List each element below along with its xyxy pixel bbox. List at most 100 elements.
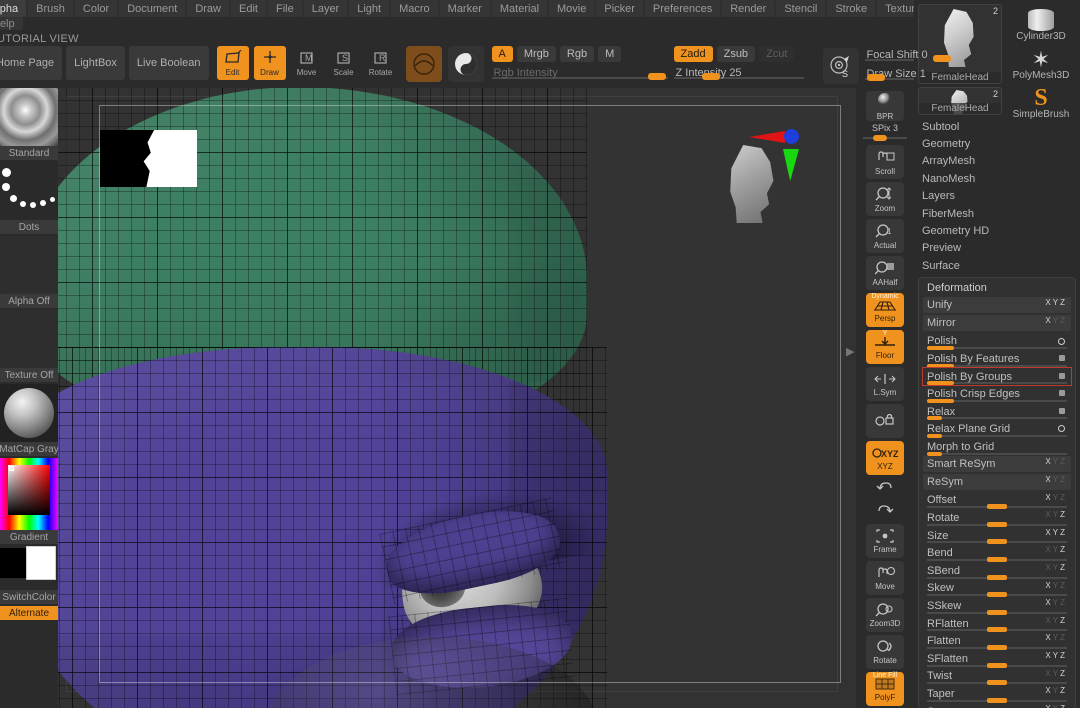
- zmode-zsub-button[interactable]: Zsub: [716, 46, 756, 62]
- z-intensity-knob[interactable]: [701, 73, 720, 80]
- deform-rflatten[interactable]: RFlatten XYZ: [923, 615, 1071, 633]
- axis-x-toggle[interactable]: X: [1045, 475, 1052, 484]
- stroke-thumbnail[interactable]: [0, 162, 58, 220]
- axis-y-toggle[interactable]: Y: [1053, 475, 1060, 484]
- axis-y-toggle[interactable]: Y: [1053, 457, 1060, 466]
- material-thumbnail[interactable]: [0, 384, 58, 442]
- deform-resym[interactable]: ReSym XYZ: [923, 473, 1071, 490]
- axis-y-toggle[interactable]: Y: [1053, 563, 1060, 572]
- texture-selector[interactable]: Texture Off: [0, 310, 58, 382]
- axis-z-toggle[interactable]: Z: [1060, 633, 1067, 642]
- panel-collapse-arrow[interactable]: ▶: [846, 345, 856, 375]
- menu-layer[interactable]: Layer: [303, 0, 348, 17]
- deform-axis-toggles[interactable]: XYZ: [1045, 686, 1067, 695]
- menu-document[interactable]: Document: [119, 0, 186, 17]
- axis-y-toggle[interactable]: Y: [1053, 581, 1060, 590]
- material-selector[interactable]: MatCap Gray: [0, 384, 58, 456]
- gizmo-x-axis-icon[interactable]: [749, 131, 785, 143]
- deform-marker-circle[interactable]: [1058, 425, 1065, 433]
- axis-z-toggle[interactable]: Z: [1060, 475, 1067, 484]
- stroke-selector[interactable]: Dots: [0, 162, 58, 234]
- axis-y-toggle[interactable]: Y: [1053, 510, 1060, 519]
- color-picker-icon[interactable]: [0, 458, 58, 530]
- rgb-intensity-slider[interactable]: Rgb Intensity: [491, 65, 668, 81]
- scale-button[interactable]: S Scale: [328, 46, 360, 80]
- spix-knob[interactable]: [873, 135, 887, 141]
- deform-axis-toggles[interactable]: XYZ: [1045, 651, 1067, 660]
- axis-y-toggle[interactable]: Y: [1053, 651, 1060, 660]
- texture-thumbnail[interactable]: [0, 310, 58, 368]
- deform-axis-toggles[interactable]: XYZ: [1045, 298, 1067, 307]
- axis-y-toggle[interactable]: Y: [1053, 598, 1060, 607]
- deform-marker-square[interactable]: [1059, 372, 1065, 379]
- rail-xyz-button[interactable]: XYZ XYZ: [866, 441, 904, 475]
- deform-sflatten[interactable]: SFlatten XYZ: [923, 650, 1071, 668]
- menu-brush[interactable]: Brush: [28, 0, 73, 17]
- axis-z-toggle[interactable]: Z: [1060, 528, 1067, 537]
- axis-x-toggle[interactable]: X: [1045, 510, 1052, 519]
- color-selector[interactable]: Gradient: [0, 458, 58, 544]
- axis-z-toggle[interactable]: Z: [1060, 598, 1067, 607]
- deform-rotate[interactable]: Rotate XYZ: [923, 509, 1071, 527]
- axis-x-toggle[interactable]: X: [1045, 633, 1052, 642]
- nav-head-gizmo[interactable]: [721, 125, 821, 235]
- menu-material[interactable]: Material: [491, 0, 548, 17]
- subpalette-fibermesh[interactable]: FiberMesh: [922, 205, 1080, 222]
- secondary-color-swatch[interactable]: [0, 548, 28, 578]
- brush-settings-button[interactable]: S: [822, 48, 859, 84]
- menu-stroke[interactable]: Stroke: [827, 0, 876, 17]
- channel-rgb-button[interactable]: Rgb: [559, 46, 595, 62]
- saturation-value-square[interactable]: [8, 465, 50, 515]
- channel-a-button[interactable]: A: [491, 46, 513, 62]
- deform-sskew[interactable]: SSkew XYZ: [923, 597, 1071, 615]
- deform-skew[interactable]: Skew XYZ: [923, 580, 1071, 598]
- subpalette-surface[interactable]: Surface: [922, 257, 1080, 274]
- deform-axis-toggles[interactable]: XYZ: [1045, 475, 1067, 484]
- edit-button[interactable]: Edit: [216, 46, 249, 80]
- axis-x-toggle[interactable]: X: [1045, 457, 1052, 466]
- axis-y-toggle[interactable]: Y: [1053, 633, 1060, 642]
- axis-z-toggle[interactable]: Z: [1060, 616, 1067, 625]
- subpalette-layers[interactable]: Layers: [922, 188, 1080, 205]
- channel-m-button[interactable]: M: [598, 46, 622, 62]
- menu-stencil[interactable]: Stencil: [776, 0, 826, 17]
- axis-z-toggle[interactable]: Z: [1060, 457, 1067, 466]
- rail-undo-button[interactable]: [866, 478, 904, 498]
- deform-axis-toggles[interactable]: XYZ: [1045, 316, 1067, 325]
- axis-y-toggle[interactable]: Y: [1053, 493, 1060, 502]
- menu-draw[interactable]: Draw: [187, 0, 229, 17]
- menu-preferences[interactable]: Preferences: [644, 0, 721, 17]
- deform-polish-by-groups[interactable]: Polish By Groups: [922, 366, 1072, 387]
- live-boolean-button[interactable]: Live Boolean: [128, 46, 209, 80]
- axis-z-toggle[interactable]: Z: [1060, 316, 1067, 325]
- rail-frame-button[interactable]: Frame: [866, 524, 904, 558]
- deform-mirror[interactable]: Mirror XYZ: [923, 314, 1071, 331]
- subpalette-arraymesh[interactable]: ArrayMesh: [922, 153, 1080, 170]
- spix-slider[interactable]: [863, 135, 907, 141]
- material-swatch-button[interactable]: [405, 46, 442, 82]
- deform-axis-toggles[interactable]: XYZ: [1045, 457, 1067, 466]
- rgb-intensity-knob[interactable]: [647, 73, 666, 80]
- deform-marker-square[interactable]: [1059, 407, 1065, 414]
- axis-z-toggle[interactable]: Z: [1060, 704, 1067, 708]
- deform-axis-toggles[interactable]: XYZ: [1045, 545, 1067, 554]
- deform-marker-circle[interactable]: [1058, 337, 1065, 345]
- axis-x-toggle[interactable]: X: [1045, 616, 1052, 625]
- deform-smart-resym[interactable]: Smart ReSym XYZ: [923, 455, 1071, 472]
- axis-z-toggle[interactable]: Z: [1060, 545, 1067, 554]
- axis-z-toggle[interactable]: Z: [1060, 581, 1067, 590]
- deform-unify[interactable]: Unify XYZ: [923, 296, 1071, 313]
- deform-relax[interactable]: Relax: [923, 403, 1071, 421]
- home-page-button[interactable]: Home Page: [0, 46, 63, 80]
- deform-offset[interactable]: Offset XYZ: [923, 492, 1071, 510]
- deform-polish[interactable]: Polish: [923, 333, 1071, 351]
- menu-edit[interactable]: Edit: [231, 0, 266, 17]
- deform-axis-toggles[interactable]: XYZ: [1045, 598, 1067, 607]
- alternate-button[interactable]: Alternate: [0, 606, 58, 620]
- deform-axis-toggles[interactable]: XYZ: [1045, 633, 1067, 642]
- deform-polish-crisp-edges[interactable]: Polish Crisp Edges: [923, 385, 1071, 403]
- gizmo-z-axis-icon[interactable]: [784, 129, 799, 144]
- rail-zoom3d-button[interactable]: Zoom3D: [866, 598, 904, 632]
- subpalette-geometry-hd[interactable]: Geometry HD: [922, 222, 1080, 239]
- rotate-button[interactable]: R Rotate: [365, 46, 397, 80]
